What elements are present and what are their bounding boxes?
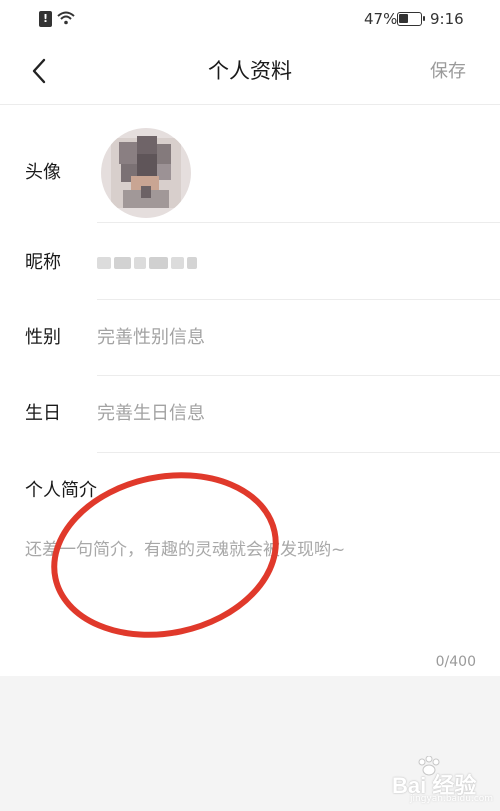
divider xyxy=(97,452,500,453)
divider xyxy=(97,222,500,223)
watermark-logo: Bai 经验 jingyan.baidu.com xyxy=(380,756,495,806)
divider xyxy=(97,375,500,376)
wifi-icon xyxy=(57,11,75,25)
save-button[interactable]: 保存 xyxy=(420,58,476,86)
battery-percent: 47% xyxy=(364,10,398,28)
battery-level-fill xyxy=(399,14,408,23)
clock: 9:16 xyxy=(430,10,464,28)
nickname-value-blurred[interactable] xyxy=(97,254,197,272)
status-bar: ! 47% 9:16 xyxy=(0,0,500,40)
birthday-value[interactable]: 完善生日信息 xyxy=(97,402,205,426)
chevron-left-icon xyxy=(32,58,46,84)
avatar[interactable] xyxy=(101,128,191,218)
battery-icon xyxy=(397,12,425,26)
page-title: 个人资料 xyxy=(208,59,292,83)
annotation-circle xyxy=(51,472,279,638)
avatar-label: 头像 xyxy=(25,162,61,183)
birthday-label: 生日 xyxy=(25,403,61,424)
nickname-label: 昵称 xyxy=(25,252,61,273)
gender-label: 性别 xyxy=(25,327,61,348)
divider xyxy=(97,299,500,300)
header-divider xyxy=(0,104,500,105)
watermark-subtext: jingyan.baidu.com xyxy=(410,794,494,804)
bio-char-counter: 0/400 xyxy=(435,654,476,670)
back-button[interactable] xyxy=(25,56,55,86)
gender-value[interactable]: 完善性别信息 xyxy=(97,326,205,350)
alert-icon: ! xyxy=(39,11,52,27)
